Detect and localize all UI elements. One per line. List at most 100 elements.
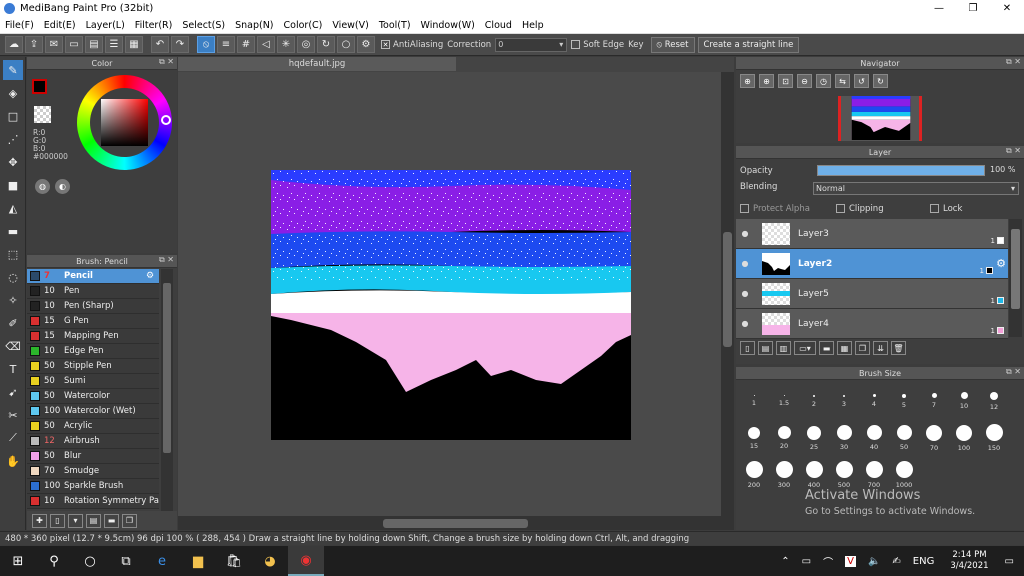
vertical-scrollbar[interactable] bbox=[721, 72, 734, 516]
eye-icon[interactable]: ● bbox=[738, 319, 752, 328]
antialiasing-checkbox[interactable]: ✕ bbox=[381, 40, 390, 49]
panel-close-icon[interactable]: ⧉ ✕ bbox=[1006, 367, 1021, 377]
correction-select[interactable]: 0 ▾ bbox=[495, 37, 568, 52]
medibang-taskbar-icon[interactable]: ◉ bbox=[288, 546, 324, 576]
new-halftone-layer-icon[interactable]: ▤ bbox=[758, 341, 773, 355]
hue-marker[interactable] bbox=[161, 115, 171, 125]
rotate-right-icon[interactable]: ↻ bbox=[873, 74, 888, 88]
saturation-value-square[interactable] bbox=[101, 99, 148, 146]
brush-list-scrollbar[interactable] bbox=[161, 269, 173, 512]
brush-size-option[interactable]: 5 bbox=[889, 383, 919, 419]
brush-tool-icon[interactable]: ✎ bbox=[3, 60, 23, 80]
menu-view[interactable]: View(V) bbox=[327, 20, 373, 31]
layer-row[interactable]: ● Layer5 1 bbox=[736, 279, 1008, 309]
magic-wand-tool-icon[interactable]: ✧ bbox=[3, 290, 23, 310]
menu-tool[interactable]: Tool(T) bbox=[374, 20, 416, 31]
brush-row[interactable]: 7 Pencil ⚙ bbox=[27, 269, 159, 284]
cloud-icon[interactable]: ☁ bbox=[5, 36, 23, 53]
select-rect-tool-icon[interactable]: ⬚ bbox=[3, 244, 23, 264]
eraser-tool-icon[interactable]: ◈ bbox=[3, 83, 23, 103]
duplicate-icon[interactable]: ❐ bbox=[855, 341, 870, 355]
document-tab[interactable]: hqdefault.jpg bbox=[178, 57, 456, 71]
task-view-icon[interactable]: ⧉ bbox=[108, 546, 144, 576]
add-brush-icon[interactable]: ✚ bbox=[32, 513, 47, 528]
file-explorer-icon[interactable]: ▆ bbox=[180, 546, 216, 576]
duplicate-icon[interactable]: ❐ bbox=[122, 513, 137, 528]
move-tool-icon[interactable]: ✥ bbox=[3, 152, 23, 172]
dotted-line-tool-icon[interactable]: ⋰ bbox=[3, 129, 23, 149]
brush-row[interactable]: 50 Blur bbox=[27, 449, 159, 464]
brush-size-option[interactable]: 10 bbox=[949, 383, 979, 419]
brush-size-option[interactable]: 40 bbox=[859, 420, 889, 456]
clock[interactable]: 2:14 PM 3/4/2021 bbox=[950, 550, 988, 572]
lasso-tool-icon[interactable]: ◌ bbox=[3, 267, 23, 287]
brush-size-option[interactable]: 7 bbox=[919, 383, 949, 419]
color-settings-icon[interactable]: ◐ bbox=[55, 179, 70, 194]
brush-size-option[interactable]: 150 bbox=[979, 420, 1009, 456]
rotate-reset-icon[interactable]: ◷ bbox=[816, 74, 831, 88]
menu-window[interactable]: Window(W) bbox=[416, 20, 480, 31]
minimize-button[interactable]: — bbox=[922, 0, 956, 17]
brush-size-option[interactable]: 4 bbox=[859, 383, 889, 419]
blending-select[interactable]: Normal ▾ bbox=[813, 182, 1019, 195]
snap-off-icon[interactable]: ⦸ bbox=[197, 36, 215, 53]
paint-palette-icon[interactable]: ◕ bbox=[252, 546, 288, 576]
undo-icon[interactable]: ↶ bbox=[151, 36, 169, 53]
straight-line-button[interactable]: Create a straight line bbox=[697, 36, 800, 53]
maximize-button[interactable]: ❐ bbox=[956, 0, 990, 17]
brush-row[interactable]: 10 Rotation Symmetry Pa bbox=[27, 494, 159, 509]
list-icon[interactable]: ☰ bbox=[105, 36, 123, 53]
layer-list-scrollbar[interactable] bbox=[1009, 219, 1022, 337]
cortana-icon[interactable]: ○ bbox=[72, 546, 108, 576]
brush-menu-icon[interactable]: ▾ bbox=[68, 513, 83, 528]
brush-size-option[interactable]: 3 bbox=[829, 383, 859, 419]
divide-tool-icon[interactable]: ✂ bbox=[3, 405, 23, 425]
text-icon[interactable]: ▭ bbox=[65, 36, 83, 53]
curve-snap-icon[interactable]: ↻ bbox=[317, 36, 335, 53]
menu-cloud[interactable]: Cloud bbox=[480, 20, 517, 31]
brush-row[interactable]: 50 Acrylic bbox=[27, 419, 159, 434]
opacity-slider[interactable] bbox=[817, 165, 985, 176]
menu-select[interactable]: Select(S) bbox=[177, 20, 230, 31]
share-icon[interactable]: ⇪ bbox=[25, 36, 43, 53]
soft-edge-checkbox[interactable] bbox=[571, 40, 581, 49]
eye-icon[interactable]: ● bbox=[738, 229, 752, 238]
brush-row[interactable]: 100 Sparkle Brush bbox=[27, 479, 159, 494]
canvas-workspace[interactable] bbox=[178, 72, 721, 516]
brush-row[interactable]: 70 Smudge bbox=[27, 464, 159, 479]
eye-icon[interactable]: ● bbox=[738, 259, 752, 268]
battery-icon[interactable]: ▭ bbox=[802, 556, 811, 567]
select-pen-tool-icon[interactable]: ✐ bbox=[3, 313, 23, 333]
operation-tool-icon[interactable]: ➹ bbox=[3, 382, 23, 402]
new-layer-icon[interactable]: ▯ bbox=[740, 341, 755, 355]
gear-icon[interactable]: ⚙ bbox=[996, 257, 1006, 270]
zoom-out-icon[interactable]: ⊖ bbox=[797, 74, 812, 88]
select-eraser-tool-icon[interactable]: ⌫ bbox=[3, 336, 23, 356]
parallel-snap-icon[interactable]: ≡ bbox=[217, 36, 235, 53]
color-wheel[interactable] bbox=[77, 75, 172, 170]
grid-icon[interactable]: ▦ bbox=[125, 36, 143, 53]
brush-size-option[interactable]: 30 bbox=[829, 420, 859, 456]
panel-close-icon[interactable]: ⧉ ✕ bbox=[159, 57, 174, 67]
close-button[interactable]: ✕ bbox=[990, 0, 1024, 17]
panel-close-icon[interactable]: ⧉ ✕ bbox=[1006, 57, 1021, 67]
gradient-tool-icon[interactable]: ▬ bbox=[3, 221, 23, 241]
radial-snap-icon[interactable]: ✳ bbox=[277, 36, 295, 53]
brush-size-option[interactable]: 200 bbox=[739, 457, 769, 493]
merge-down-icon[interactable]: ⇊ bbox=[873, 341, 888, 355]
palette-icon[interactable]: ◍ bbox=[35, 179, 50, 194]
brush-size-option[interactable]: 50 bbox=[889, 420, 919, 456]
transparent-color-swatch[interactable] bbox=[34, 106, 51, 123]
volume-icon[interactable]: 🔈 bbox=[868, 556, 880, 567]
brush-size-option[interactable]: 20 bbox=[769, 420, 799, 456]
zoom-fit-icon[interactable]: ⊕ bbox=[740, 74, 755, 88]
brush-settings-icon[interactable]: ▤ bbox=[86, 513, 101, 528]
flip-icon[interactable]: ⇆ bbox=[835, 74, 850, 88]
redo-icon[interactable]: ↷ bbox=[171, 36, 189, 53]
notification-icon[interactable]: ▭ bbox=[1005, 556, 1014, 567]
brush-size-option[interactable]: 100 bbox=[949, 420, 979, 456]
menu-help[interactable]: Help bbox=[517, 20, 549, 31]
eyedropper-tool-icon[interactable]: ⟋ bbox=[3, 428, 23, 448]
brush-row[interactable]: 100 Watercolor (Wet) bbox=[27, 404, 159, 419]
perspective-snap-icon[interactable]: ◁ bbox=[257, 36, 275, 53]
